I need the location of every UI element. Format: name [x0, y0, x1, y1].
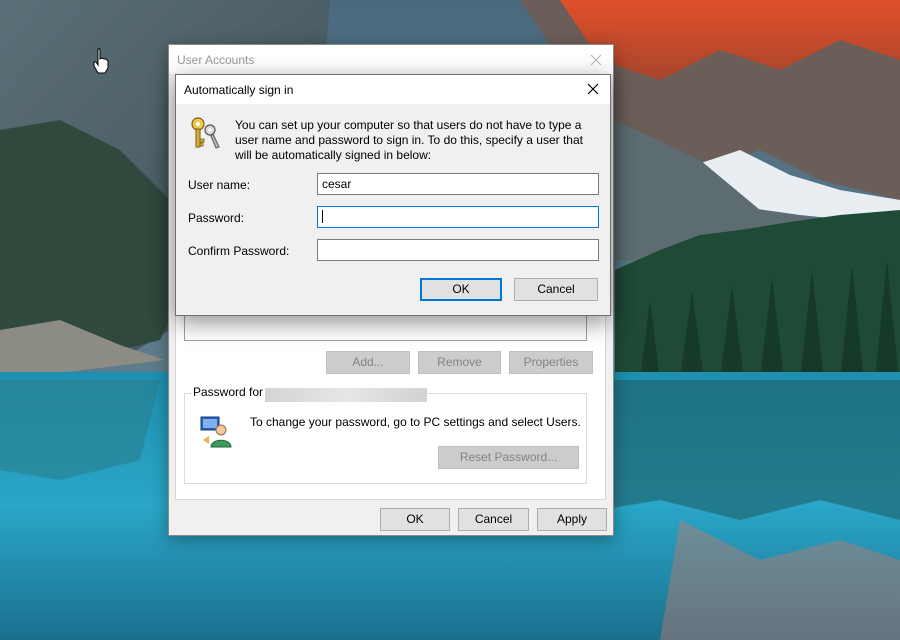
- close-icon: [590, 54, 602, 66]
- dialog-cancel-button[interactable]: Cancel: [514, 278, 598, 301]
- dialog-title: Automatically sign in: [184, 83, 294, 97]
- keys-icon: [191, 117, 220, 149]
- auto-sign-in-dialog: Automatically sign in You can set up you…: [175, 74, 611, 316]
- confirm-password-label: Confirm Password:: [188, 244, 290, 258]
- properties-button[interactable]: Properties: [509, 351, 593, 374]
- window-title: User Accounts: [177, 53, 255, 67]
- confirm-password-field[interactable]: [317, 239, 599, 261]
- ok-button[interactable]: OK: [380, 508, 450, 531]
- redacted-username: [265, 388, 427, 402]
- user-password-icon: [200, 416, 232, 448]
- reset-password-button[interactable]: Reset Password...: [438, 446, 579, 469]
- window-close-button[interactable]: [579, 45, 613, 74]
- password-group: Password for: [184, 385, 587, 484]
- close-icon: [587, 83, 599, 95]
- dialog-close-button[interactable]: [576, 75, 610, 104]
- cancel-button[interactable]: Cancel: [458, 508, 529, 531]
- dialog-ok-button[interactable]: OK: [420, 278, 502, 301]
- remove-user-button[interactable]: Remove: [418, 351, 501, 374]
- password-label: Password:: [188, 211, 245, 225]
- hand-cursor-icon: [93, 48, 109, 74]
- text-caret: [322, 210, 323, 223]
- user-name-field[interactable]: [317, 173, 599, 195]
- apply-button[interactable]: Apply: [537, 508, 607, 531]
- add-user-button[interactable]: Add...: [326, 351, 410, 374]
- dialog-titlebar[interactable]: Automatically sign in: [176, 75, 610, 104]
- password-group-label: Password for: [191, 385, 266, 399]
- dialog-description: You can set up your computer so that use…: [235, 118, 583, 162]
- window-titlebar[interactable]: User Accounts: [169, 45, 613, 74]
- password-field[interactable]: [317, 206, 599, 228]
- user-name-label: User name:: [188, 178, 251, 192]
- password-help-text: To change your password, go to PC settin…: [250, 415, 581, 429]
